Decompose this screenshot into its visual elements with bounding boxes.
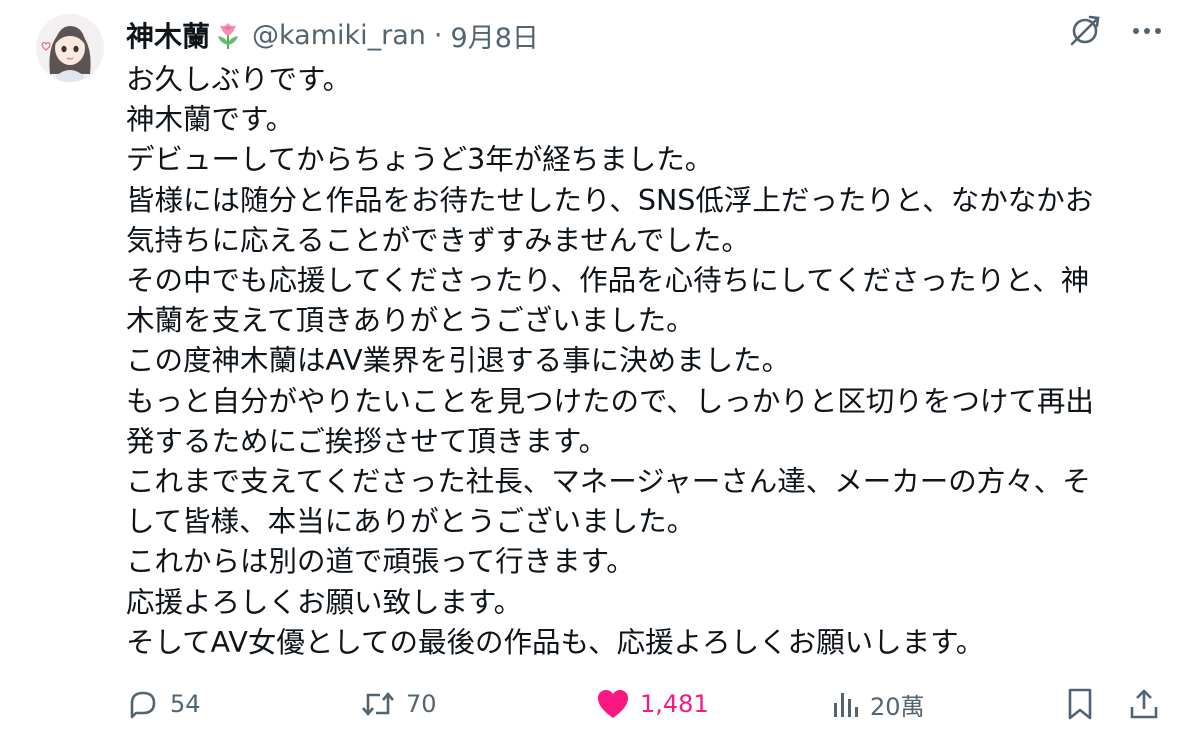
tweet-text-line: この度神木蘭はAV業界を引退する事に決めました。 xyxy=(126,344,791,378)
heart-icon xyxy=(598,690,628,718)
repost-count: 70 xyxy=(406,690,437,718)
more-options-icon[interactable] xyxy=(1132,26,1162,36)
tweet-text-line: 気持ちに応えることができずすみませんでした。 xyxy=(126,223,750,257)
tweet-text-line: デビューしてからちょうど3年が経ちました。 xyxy=(126,143,714,177)
action-bar: 54 70 1,481 20萬 xyxy=(126,682,1166,726)
tweet-text: お久しぶりです。 神木蘭です。デビューしてからちょうど3年が経ちました。皆様には随… xyxy=(126,60,1156,663)
author-name[interactable]: 神木蘭 xyxy=(126,15,210,55)
tweet-text-line: もっと自分がやりたいことを見つけたので、しっかりと区切りをつけて再出 xyxy=(126,384,1094,418)
reply-count: 54 xyxy=(170,690,201,718)
tweet-text-line: その中でも応援してくださったり、作品を心待ちにしてくださったりと、神 xyxy=(126,264,1090,298)
tweet-text-line: 木蘭を支えて頂きありがとうございました。 xyxy=(126,304,695,338)
author-handle[interactable]: @kamiki_ran xyxy=(252,20,426,51)
repost-icon xyxy=(362,691,394,717)
tweet-text-line: そしてAV女優としての最後の作品も、応援よろしくお願いします。 xyxy=(126,625,985,659)
like-button[interactable]: 1,481 xyxy=(596,682,709,726)
tweet-text-line: 発するためにご挨拶させて頂きます。 xyxy=(126,424,608,458)
tweet-text-line: して皆様、本当にありがとうございました。 xyxy=(126,505,696,539)
tulip-icon xyxy=(212,19,244,51)
share-icon xyxy=(1130,689,1158,719)
tweet-text-line: 応援よろしくお願い致します。 xyxy=(126,585,523,619)
avatar-image xyxy=(36,14,104,82)
bookmark-button[interactable] xyxy=(1066,682,1094,726)
reply-button[interactable]: 54 xyxy=(126,682,201,726)
repost-button[interactable]: 70 xyxy=(360,682,437,726)
views-count: 20萬 xyxy=(870,692,925,721)
tweet-text-line: 皆様には随分と作品をお待たせしたり、SNS低浮上だったりと、なかなかお xyxy=(126,183,1094,217)
tweet-date[interactable]: 9月8日 xyxy=(451,16,539,55)
tweet-header: 神木蘭 @kamiki_ran · 9月8日 xyxy=(126,14,539,56)
views-icon xyxy=(834,693,858,717)
tweet-text-line: これまで支えてくださった社長、マネージャーさん達、メーカーの方々、そ xyxy=(126,465,1091,499)
separator-dot: · xyxy=(433,19,443,51)
bookmark-icon xyxy=(1068,688,1092,720)
tweet-text-line: 神木蘭です。 xyxy=(126,103,295,137)
like-count: 1,481 xyxy=(640,690,709,718)
tweet-text-line: お久しぶりです。 xyxy=(126,63,352,96)
top-right-actions xyxy=(1068,14,1162,48)
avatar[interactable] xyxy=(36,14,104,82)
reply-icon xyxy=(130,691,156,719)
views-button[interactable]: 20萬 xyxy=(832,682,925,726)
share-button[interactable] xyxy=(1128,682,1160,726)
grok-icon[interactable] xyxy=(1068,14,1102,48)
tweet-text-line: これからは別の道で頑張って行きます。 xyxy=(126,545,635,579)
